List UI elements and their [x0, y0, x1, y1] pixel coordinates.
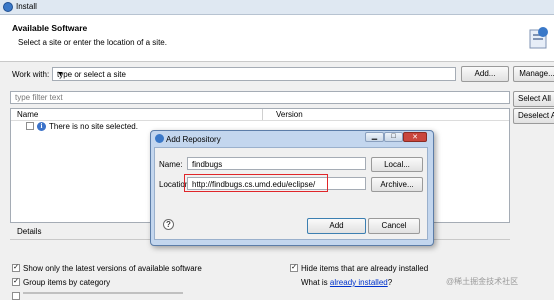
help-icon[interactable]: ? — [163, 219, 174, 230]
dialog-cancel-button[interactable]: Cancel — [368, 218, 420, 234]
what-is-prefix: What is — [301, 278, 330, 287]
dialog-title: Add Repository — [166, 135, 221, 144]
page-heading: Available Software — [12, 23, 88, 33]
name-input-value: findbugs — [192, 160, 223, 169]
what-is-installed-text: What is already installed? — [301, 278, 392, 287]
install-banner-icon — [529, 27, 548, 49]
group-by-category-checkbox[interactable]: ✓ — [12, 278, 20, 286]
watermark: @稀土掘金技术社区 — [446, 277, 519, 286]
column-header-version[interactable]: Version — [276, 110, 303, 119]
table-row-message: There is no site selected. — [49, 122, 138, 131]
archive-button[interactable]: Archive... — [371, 177, 423, 192]
group-by-category-label: Group items by category — [23, 278, 111, 287]
show-latest-checkbox[interactable]: ✓ — [12, 264, 20, 272]
partial-checkbox[interactable] — [12, 292, 20, 300]
window-titlebar — [0, 0, 554, 15]
window-title: Install — [16, 2, 37, 11]
add-site-button[interactable]: Add... — [461, 66, 509, 82]
local-button[interactable]: Local... — [371, 157, 423, 172]
already-installed-link[interactable]: already installed — [330, 278, 388, 287]
maximize-button[interactable]: □ — [384, 132, 403, 142]
location-highlight-box — [184, 174, 328, 192]
hide-installed-label: Hide items that are already installed — [301, 264, 429, 273]
what-is-suffix: ? — [387, 278, 393, 287]
filter-input[interactable]: type filter text — [10, 91, 510, 104]
column-header-name[interactable]: Name — [17, 110, 38, 119]
details-label: Details — [17, 227, 42, 236]
work-with-combo[interactable]: type or select a site ▼ — [52, 67, 456, 81]
minimize-button[interactable]: ▁ — [365, 132, 384, 142]
dialog-add-button[interactable]: Add — [307, 218, 366, 234]
dialog-app-icon — [155, 134, 164, 143]
select-all-button[interactable]: Select All — [513, 91, 554, 107]
page-subheading: Select a site or enter the location of a… — [18, 38, 167, 47]
manage-sites-button[interactable]: Manage... — [513, 66, 554, 82]
work-with-label: Work with: — [12, 70, 50, 79]
info-icon: i — [37, 122, 46, 131]
table-header — [11, 109, 509, 121]
show-latest-label: Show only the latest versions of availab… — [23, 264, 202, 273]
column-divider[interactable] — [262, 109, 263, 120]
chevron-down-icon[interactable]: ▼ — [57, 71, 452, 78]
deselect-all-button[interactable]: Deselect All — [513, 108, 554, 124]
name-input[interactable]: findbugs — [187, 157, 366, 170]
name-label: Name: — [159, 160, 183, 169]
close-button[interactable]: ✕ — [403, 132, 427, 142]
row-checkbox[interactable] — [26, 122, 34, 130]
eclipse-app-icon — [3, 2, 13, 12]
hide-installed-checkbox[interactable]: ✓ — [290, 264, 298, 272]
filter-placeholder: type filter text — [15, 93, 63, 102]
